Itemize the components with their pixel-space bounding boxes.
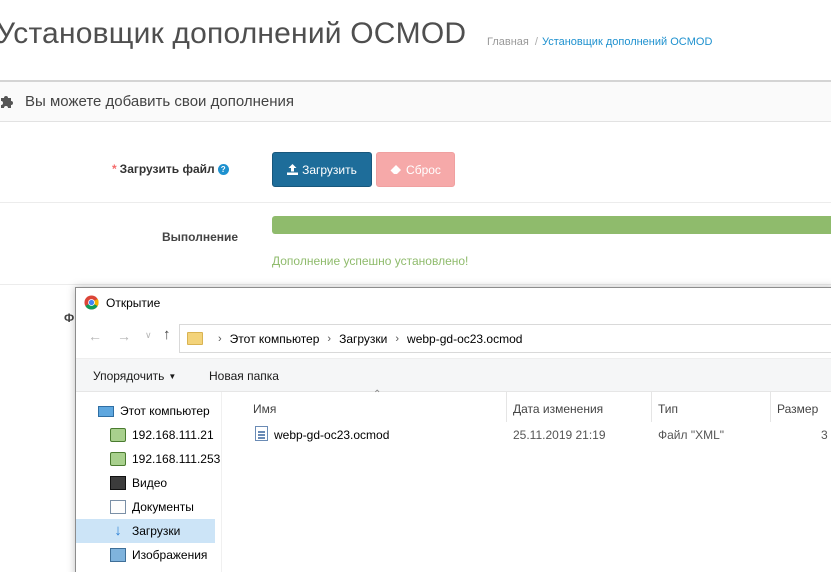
new-folder-button[interactable]: Новая папка — [209, 369, 279, 383]
documents-icon — [110, 500, 126, 514]
dialog-title: Открытие — [106, 296, 161, 310]
folder-icon — [187, 332, 203, 345]
panel-title: Вы можете добавить свои дополнения — [25, 93, 294, 110]
progress-bar-fill — [272, 216, 831, 234]
navigation-bar: ← → ∨ ↑ › Этот компьютер › Загрузки › we… — [76, 318, 831, 354]
chevron-right-icon[interactable]: › — [327, 333, 331, 345]
column-header-size[interactable]: Размер — [777, 402, 818, 416]
reset-button[interactable]: Сброс — [376, 152, 455, 187]
tree-item-label: Загрузки — [132, 524, 181, 538]
progress-bar — [272, 216, 831, 234]
tree-item-network-1[interactable]: 192.168.111.21 — [110, 423, 250, 447]
upload-label-text: Загрузить файл — [119, 162, 215, 176]
breadcrumb-home-link[interactable]: Главная — [487, 36, 529, 48]
dialog-toolbar: Упорядочить ▼ Новая папка — [76, 358, 831, 392]
upload-label: * Загрузить файл? — [112, 162, 229, 176]
breadcrumb-current-link[interactable]: Установщик дополнений OCMOD — [542, 36, 712, 48]
puzzle-icon — [1, 96, 13, 108]
page: Установщик дополнений OCMOD Главная / Уста… — [0, 0, 831, 572]
network-drive-icon — [110, 452, 126, 466]
navigation-pane: Этот компьютер 192.168.111.21 192.168.11… — [76, 392, 221, 572]
required-mark: * — [112, 162, 117, 176]
column-divider[interactable] — [651, 392, 652, 422]
network-drive-icon — [110, 428, 126, 442]
organize-button[interactable]: Упорядочить ▼ — [93, 369, 176, 383]
eraser-icon — [390, 164, 402, 174]
chevron-right-icon[interactable]: › — [218, 333, 222, 345]
tree-item-downloads[interactable]: ↓ Загрузки — [76, 519, 215, 543]
page-header: Установщик дополнений OCMOD Главная / Уста… — [0, 0, 831, 82]
file-size: 3 І — [821, 428, 831, 442]
upload-icon — [287, 164, 299, 175]
recent-locations-chevron-icon[interactable]: ∨ — [145, 330, 152, 341]
column-divider[interactable] — [770, 392, 771, 422]
help-icon[interactable]: ? — [217, 164, 229, 175]
tree-item-label: 192.168.111.21 — [132, 428, 214, 442]
panel-heading: Вы можете добавить свои дополнения — [0, 82, 831, 122]
breadcrumb-separator: / — [534, 36, 538, 48]
tree-item-video[interactable]: Видео — [110, 471, 250, 495]
file-type: Файл "XML" — [658, 428, 725, 442]
upload-button[interactable]: Загрузить — [272, 152, 372, 187]
column-header-date[interactable]: Дата изменения — [513, 402, 603, 416]
success-message: Дополнение успешно установлено! — [272, 254, 469, 268]
pane-divider[interactable] — [221, 392, 222, 572]
file-name: webp-gd-oc23.ocmod — [274, 428, 390, 442]
path-segment-computer[interactable]: Этот компьютер — [230, 332, 320, 346]
images-icon — [110, 548, 126, 562]
forward-arrow-icon[interactable]: → — [117, 328, 131, 344]
address-bar[interactable]: › Этот компьютер › Загрузки › webp-gd-oc… — [179, 324, 831, 353]
back-arrow-icon[interactable]: ← — [88, 328, 102, 344]
tree-item-network-2[interactable]: 192.168.111.253 — [110, 447, 250, 471]
partial-label: Ф — [64, 311, 75, 325]
file-list-header: ⌃ Имя Дата изменения Тип Размер — [246, 389, 831, 422]
tree-item-label: Этот компьютер — [120, 404, 210, 418]
column-header-name[interactable]: Имя — [253, 402, 276, 416]
sort-ascending-icon: ⌃ — [373, 389, 382, 400]
video-icon — [110, 476, 126, 490]
progress-row: Выполнение Дополнение успешно установлен… — [0, 203, 831, 285]
caret-down-icon: ▼ — [168, 372, 177, 381]
page-title: Установщик дополнений OCMOD — [0, 17, 467, 50]
tree-item-documents[interactable]: Документы — [110, 495, 250, 519]
chevron-right-icon[interactable]: › — [395, 333, 399, 345]
progress-label: Выполнение — [162, 230, 239, 244]
tree-item-this-pc[interactable]: Этот компьютер — [98, 399, 238, 423]
xml-file-icon — [255, 426, 268, 441]
upload-row: * Загрузить файл? Загрузить Сброс — [0, 122, 831, 203]
file-open-dialog: Открытие ← → ∨ ↑ › Этот компьютер › Загр… — [75, 287, 831, 572]
tree-item-label: Изображения — [132, 548, 208, 562]
computer-icon — [98, 405, 114, 417]
path-segment-folder[interactable]: webp-gd-oc23.ocmod — [407, 332, 522, 346]
up-arrow-icon[interactable]: ↑ — [163, 326, 171, 343]
file-date: 25.11.2019 21:19 — [513, 428, 606, 442]
tree-item-label: Видео — [132, 476, 168, 490]
tree-item-images[interactable]: Изображения — [110, 543, 250, 567]
column-divider[interactable] — [506, 392, 507, 422]
tree-item-label: 192.168.111.253 — [132, 452, 221, 466]
path-segment-downloads[interactable]: Загрузки — [339, 332, 387, 346]
column-header-type[interactable]: Тип — [658, 402, 678, 416]
organize-button-label: Упорядочить — [93, 369, 165, 383]
tree-item-label: Документы — [132, 500, 194, 514]
chrome-icon — [84, 295, 99, 310]
dialog-titlebar[interactable]: Открытие — [76, 288, 831, 318]
file-row[interactable]: webp-gd-oc23.ocmod 25.11.2019 21:19 Файл… — [246, 422, 831, 446]
reset-button-label: Сброс — [406, 162, 441, 177]
downloads-icon: ↓ — [114, 522, 122, 539]
upload-button-label: Загрузить — [302, 162, 357, 177]
breadcrumb: Главная / Установщик дополнений OCMOD — [487, 36, 712, 48]
